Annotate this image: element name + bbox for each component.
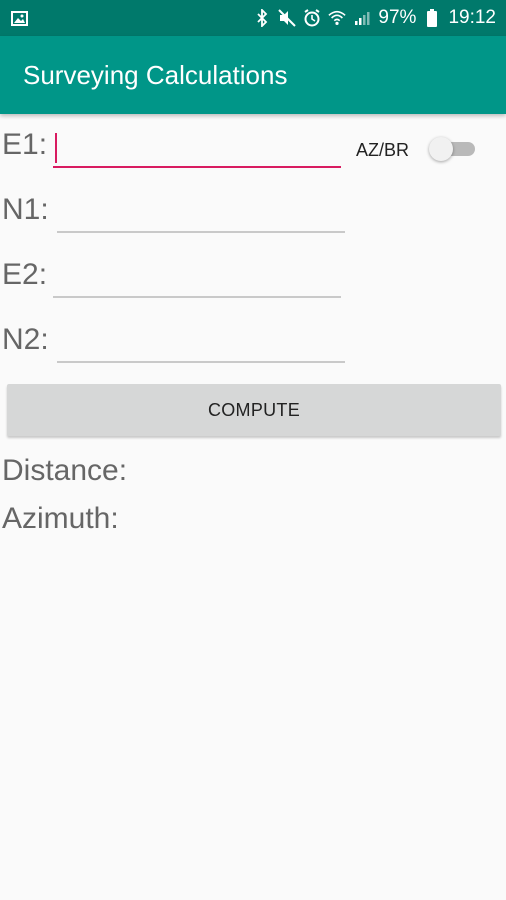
alarm-icon xyxy=(303,9,321,27)
compute-button[interactable]: COMPUTE xyxy=(7,384,501,436)
n1-label: N1: xyxy=(2,193,49,226)
signal-icon xyxy=(353,9,371,27)
distance-label: Distance: xyxy=(2,454,128,487)
app-bar: Surveying Calculations xyxy=(0,36,506,114)
n2-label: N2: xyxy=(2,323,49,356)
wifi-icon xyxy=(328,9,347,27)
e2-label: E2: xyxy=(2,258,48,291)
n1-input[interactable] xyxy=(57,199,345,233)
e1-label: E1: xyxy=(2,128,48,161)
image-icon xyxy=(10,9,28,27)
azimuth-label: Azimuth: xyxy=(2,502,119,535)
battery-icon xyxy=(423,9,441,27)
e1-input[interactable] xyxy=(53,134,341,168)
switch-thumb xyxy=(429,137,453,161)
clock: 19:12 xyxy=(448,7,496,28)
e2-input[interactable] xyxy=(53,264,341,298)
az-br-switch[interactable] xyxy=(429,137,475,161)
app-title: Surveying Calculations xyxy=(23,59,288,90)
az-br-label: AZ/BR xyxy=(356,140,410,160)
mute-icon xyxy=(278,9,297,27)
n2-input[interactable] xyxy=(57,329,345,363)
status-bar: 97% 19:12 xyxy=(0,0,506,36)
bluetooth-icon xyxy=(253,9,271,27)
text-cursor xyxy=(55,133,57,163)
battery-percent: 97% xyxy=(378,7,417,28)
